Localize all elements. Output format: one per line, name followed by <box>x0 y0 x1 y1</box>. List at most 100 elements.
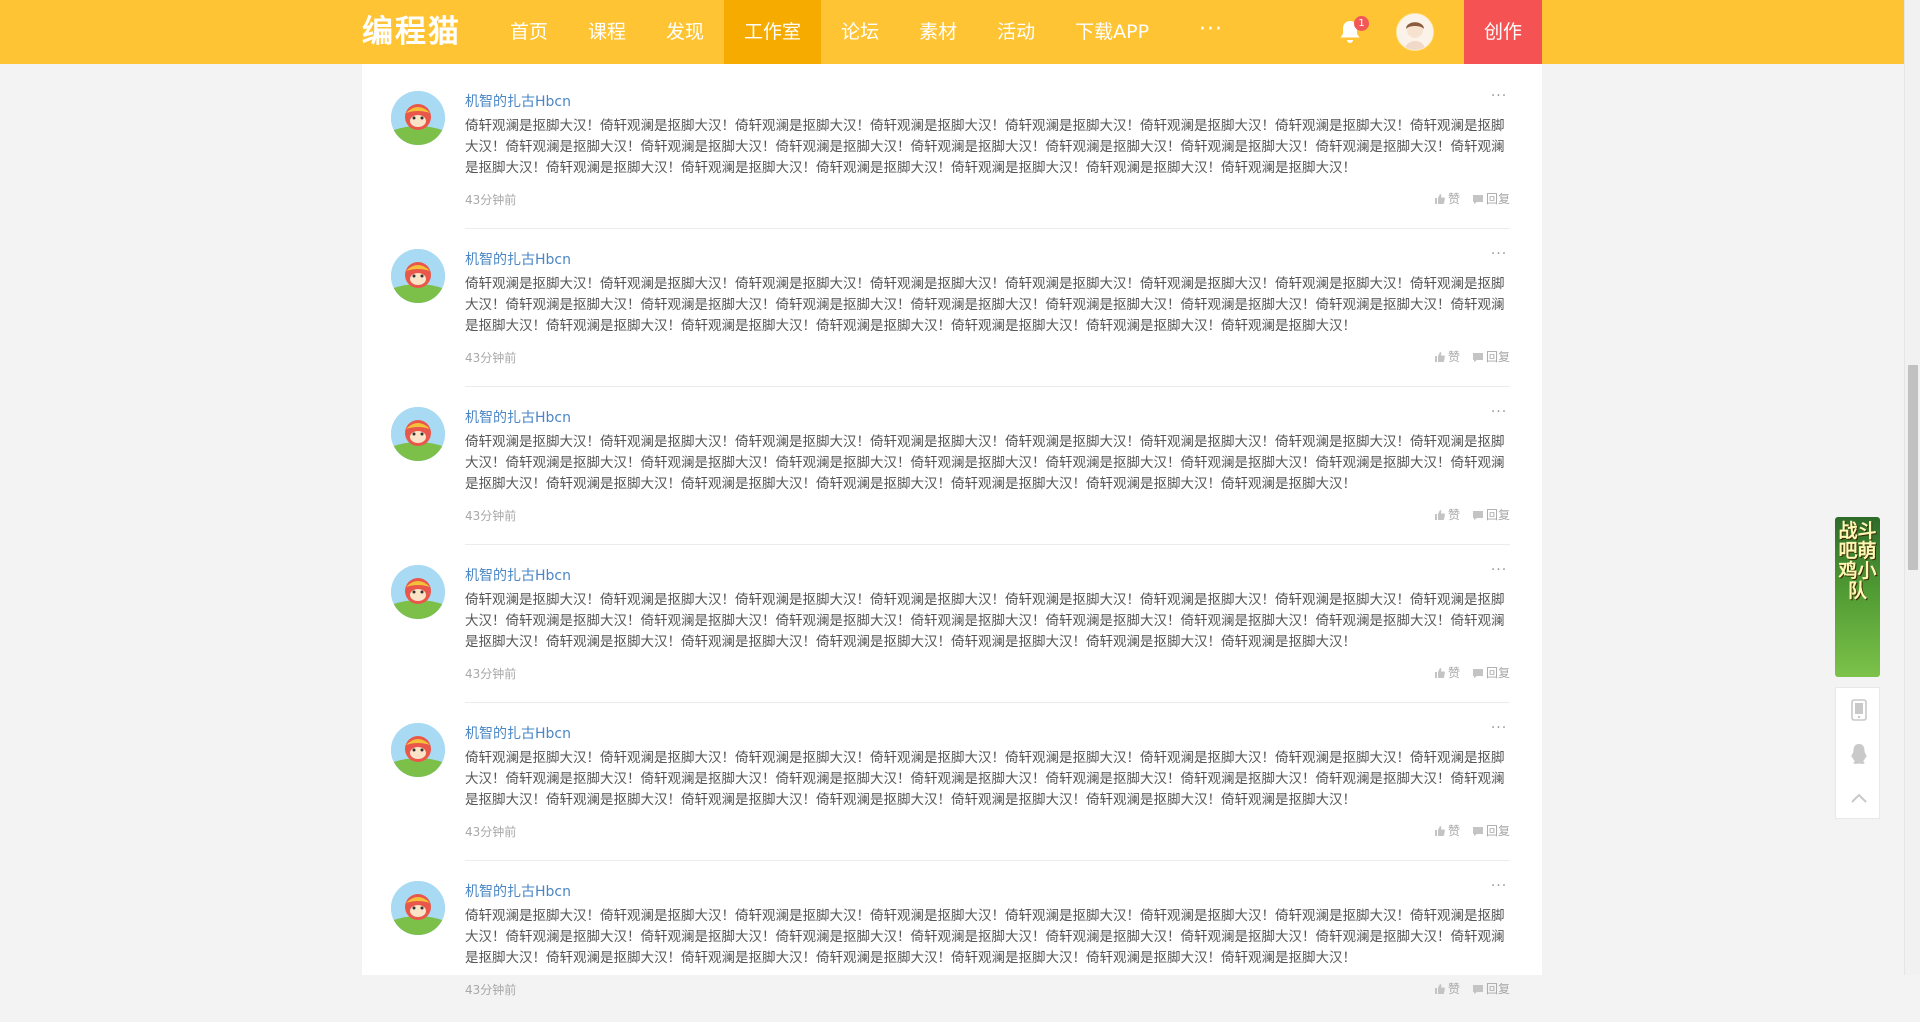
comment-actions: 赞 回复 <box>1434 348 1510 365</box>
comment-bubble-icon <box>1472 984 1483 994</box>
phone-icon[interactable] <box>1836 688 1881 732</box>
comment-item: 机智的扎古Hbcn ··· 倚轩观澜是抠脚大汉！倚轩观澜是抠脚大汉！倚轩观澜是抠… <box>362 548 1542 706</box>
commenter-avatar[interactable] <box>391 723 445 777</box>
commenter-name-link[interactable]: 机智的扎古Hbcn <box>465 565 571 585</box>
comment-more-ellipsis-icon[interactable]: ··· <box>1488 878 1510 894</box>
comment-text: 倚轩观澜是抠脚大汉！倚轩观澜是抠脚大汉！倚轩观澜是抠脚大汉！倚轩观澜是抠脚大汉！… <box>465 434 1505 492</box>
like-label: 赞 <box>1447 982 1460 996</box>
thumbs-up-icon <box>1434 509 1445 520</box>
qq-penguin-icon[interactable] <box>1836 732 1881 776</box>
comment-text: 倚轩观澜是抠脚大汉！倚轩观澜是抠脚大汉！倚轩观澜是抠脚大汉！倚轩观澜是抠脚大汉！… <box>465 276 1505 334</box>
promo-banner[interactable]: 战斗吧萌鸡小队 <box>1835 517 1880 677</box>
comment-actions: 赞 回复 <box>1434 664 1510 681</box>
reply-button[interactable]: 回复 <box>1472 822 1510 839</box>
comment-bubble-icon <box>1472 510 1483 520</box>
commenter-avatar[interactable] <box>391 91 445 145</box>
like-button[interactable]: 赞 <box>1434 190 1460 207</box>
commenter-avatar-image <box>391 565 445 619</box>
reply-button[interactable]: 回复 <box>1472 190 1510 207</box>
commenter-avatar-image <box>391 723 445 777</box>
nav-item-assets[interactable]: 素材 <box>899 0 977 64</box>
commenter-avatar[interactable] <box>391 881 445 935</box>
comment-more-ellipsis-icon[interactable]: ··· <box>1488 562 1510 578</box>
comment-bubble-icon <box>1472 826 1483 836</box>
site-logo[interactable]: 编程猫 <box>362 12 461 52</box>
comment-more-ellipsis-icon[interactable]: ··· <box>1488 88 1510 104</box>
reply-button[interactable]: 回复 <box>1472 664 1510 681</box>
thumbs-up-icon <box>1434 193 1445 204</box>
user-avatar[interactable] <box>1396 13 1434 51</box>
like-label: 赞 <box>1447 666 1460 680</box>
comment-timestamp: 43分钟前 <box>465 351 517 365</box>
comment-bubble-icon <box>1472 194 1483 204</box>
commenter-avatar[interactable] <box>391 249 445 303</box>
nav-item-events[interactable]: 活动 <box>977 0 1055 64</box>
reply-button[interactable]: 回复 <box>1472 980 1510 997</box>
like-button[interactable]: 赞 <box>1434 980 1460 997</box>
comment-bubble-icon <box>1472 668 1483 678</box>
notification-count-badge: 1 <box>1354 16 1369 31</box>
comment-item: 机智的扎古Hbcn ··· 倚轩观澜是抠脚大汉！倚轩观澜是抠脚大汉！倚轩观澜是抠… <box>362 232 1542 390</box>
nav-more-ellipsis-icon[interactable]: ··· <box>1196 0 1226 64</box>
floating-toolbar <box>1835 687 1880 819</box>
like-label: 赞 <box>1447 824 1460 838</box>
comment-text: 倚轩观澜是抠脚大汉！倚轩观澜是抠脚大汉！倚轩观澜是抠脚大汉！倚轩观澜是抠脚大汉！… <box>465 592 1505 650</box>
thumbs-up-icon <box>1434 351 1445 362</box>
nav-item-forum[interactable]: 论坛 <box>821 0 899 64</box>
create-button[interactable]: 创作 <box>1464 0 1542 64</box>
comment-text: 倚轩观澜是抠脚大汉！倚轩观澜是抠脚大汉！倚轩观澜是抠脚大汉！倚轩观澜是抠脚大汉！… <box>465 908 1505 966</box>
top-navigation-bar: 编程猫 首页 课程 发现 工作室 论坛 素材 活动 下载APP ··· 1 创作 <box>0 0 1904 64</box>
reply-label: 回复 <box>1485 824 1510 838</box>
like-button[interactable]: 赞 <box>1434 664 1460 681</box>
nav-item-discover[interactable]: 发现 <box>646 0 724 64</box>
comment-divider <box>465 386 1510 387</box>
reply-button[interactable]: 回复 <box>1472 506 1510 523</box>
commenter-name-link[interactable]: 机智的扎古Hbcn <box>465 249 571 269</box>
commenter-name-link[interactable]: 机智的扎古Hbcn <box>465 407 571 427</box>
comment-divider <box>465 544 1510 545</box>
nav-item-courses[interactable]: 课程 <box>568 0 646 64</box>
comment-more-ellipsis-icon[interactable]: ··· <box>1488 404 1510 420</box>
comment-timestamp: 43分钟前 <box>465 667 517 681</box>
comment-more-ellipsis-icon[interactable]: ··· <box>1488 720 1510 736</box>
comment-more-ellipsis-icon[interactable]: ··· <box>1488 246 1510 262</box>
comment-panel: 机智的扎古Hbcn ··· 倚轩观澜是抠脚大汉！倚轩观澜是抠脚大汉！倚轩观澜是抠… <box>362 64 1542 997</box>
comment-actions: 赞 回复 <box>1434 822 1510 839</box>
commenter-name-link[interactable]: 机智的扎古Hbcn <box>465 881 571 901</box>
comment-divider <box>465 228 1510 229</box>
comment-divider <box>465 860 1510 861</box>
commenter-avatar-image <box>391 881 445 935</box>
reply-button[interactable]: 回复 <box>1472 348 1510 365</box>
user-avatar-image <box>1397 14 1433 50</box>
comment-item: 机智的扎古Hbcn ··· 倚轩观澜是抠脚大汉！倚轩观澜是抠脚大汉！倚轩观澜是抠… <box>362 706 1542 864</box>
commenter-avatar[interactable] <box>391 565 445 619</box>
nav-item-studio[interactable]: 工作室 <box>724 0 822 64</box>
back-to-top-icon[interactable] <box>1836 776 1881 820</box>
commenter-name-link[interactable]: 机智的扎古Hbcn <box>465 91 571 111</box>
comment-item: 机智的扎古Hbcn ··· 倚轩观澜是抠脚大汉！倚轩观澜是抠脚大汉！倚轩观澜是抠… <box>362 74 1542 232</box>
comment-actions: 赞 回复 <box>1434 190 1510 207</box>
nav-item-download-app[interactable]: 下载APP <box>1055 0 1169 64</box>
commenter-avatar-image <box>391 91 445 145</box>
comment-timestamp: 43分钟前 <box>465 193 517 207</box>
thumbs-up-icon <box>1434 667 1445 678</box>
page-scrollbar[interactable] <box>1904 0 1920 975</box>
commenter-avatar[interactable] <box>391 407 445 461</box>
comment-bubble-icon <box>1472 352 1483 362</box>
thumbs-up-icon <box>1434 983 1445 994</box>
comment-divider <box>465 702 1510 703</box>
scrollbar-thumb[interactable] <box>1908 365 1918 570</box>
promo-banner-text: 战斗吧萌鸡小队 <box>1838 520 1877 602</box>
reply-label: 回复 <box>1485 982 1510 996</box>
comment-timestamp: 43分钟前 <box>465 509 517 523</box>
commenter-avatar-image <box>391 407 445 461</box>
commenter-name-link[interactable]: 机智的扎古Hbcn <box>465 723 571 743</box>
like-button[interactable]: 赞 <box>1434 506 1460 523</box>
like-button[interactable]: 赞 <box>1434 348 1460 365</box>
comment-text: 倚轩观澜是抠脚大汉！倚轩观澜是抠脚大汉！倚轩观澜是抠脚大汉！倚轩观澜是抠脚大汉！… <box>465 118 1505 176</box>
reply-label: 回复 <box>1485 666 1510 680</box>
main-nav: 首页 课程 发现 工作室 论坛 素材 活动 下载APP <box>490 0 1169 64</box>
nav-item-home[interactable]: 首页 <box>490 0 568 64</box>
like-label: 赞 <box>1447 350 1460 364</box>
like-button[interactable]: 赞 <box>1434 822 1460 839</box>
